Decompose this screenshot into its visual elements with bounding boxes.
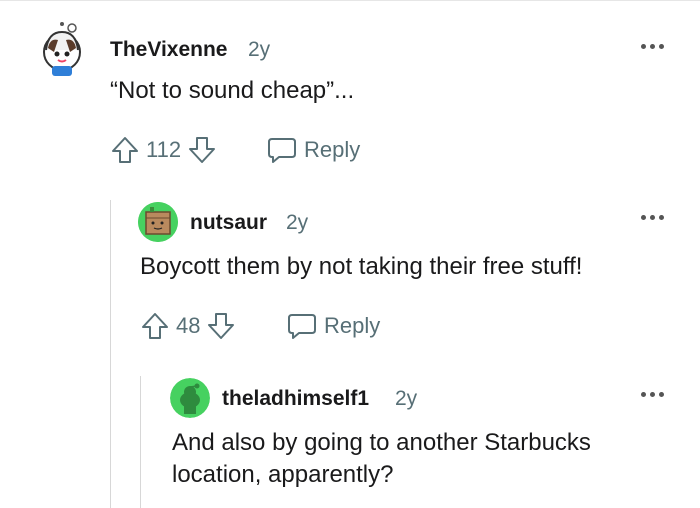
comment-body-line-1: And also by going to another Starbucks (172, 429, 591, 456)
snoo-avatar-icon (170, 378, 210, 418)
comment-age[interactable]: 2y (248, 38, 270, 62)
top-divider (0, 0, 700, 1)
vote-count: 48 (176, 313, 201, 338)
author-name[interactable]: theladhimself1 (222, 387, 369, 411)
reply-button[interactable]: Reply (266, 135, 360, 165)
comment-body: “Not to sound cheap”... (110, 77, 355, 104)
reply-label: Reply (324, 313, 381, 338)
reply-label: Reply (304, 137, 361, 162)
vote-count: 112 (146, 137, 182, 162)
comment-age[interactable]: 2y (286, 211, 308, 235)
downvote-icon[interactable] (206, 311, 236, 341)
vote-controls: 112 (110, 135, 217, 165)
author-name[interactable]: TheVixenne (110, 38, 228, 62)
thread-line-level-1[interactable] (110, 200, 111, 508)
reply-button[interactable]: Reply (286, 311, 380, 341)
downvote-icon[interactable] (187, 135, 217, 165)
upvote-icon[interactable] (110, 135, 140, 165)
more-options-icon[interactable] (641, 213, 667, 223)
vote-controls: 48 (140, 311, 236, 341)
box-avatar-icon (138, 202, 178, 242)
avatar[interactable] (170, 378, 210, 418)
thread-line-level-2[interactable] (140, 376, 141, 508)
speech-bubble-icon (266, 135, 298, 165)
avatar[interactable] (138, 202, 178, 242)
author-name[interactable]: nutsaur (190, 211, 267, 235)
comment-body: And also by going to another Starbucks l… (172, 427, 591, 491)
comment-body-line-2: location, apparently? (172, 461, 394, 488)
upvote-icon[interactable] (140, 311, 170, 341)
avatar[interactable] (38, 22, 86, 78)
snoo-avatar-icon (43, 22, 81, 76)
speech-bubble-icon (286, 311, 318, 341)
comment-body: Boycott them by not taking their free st… (140, 253, 583, 280)
more-options-icon[interactable] (641, 42, 667, 52)
comment-age[interactable]: 2y (395, 387, 417, 411)
more-options-icon[interactable] (641, 390, 667, 400)
